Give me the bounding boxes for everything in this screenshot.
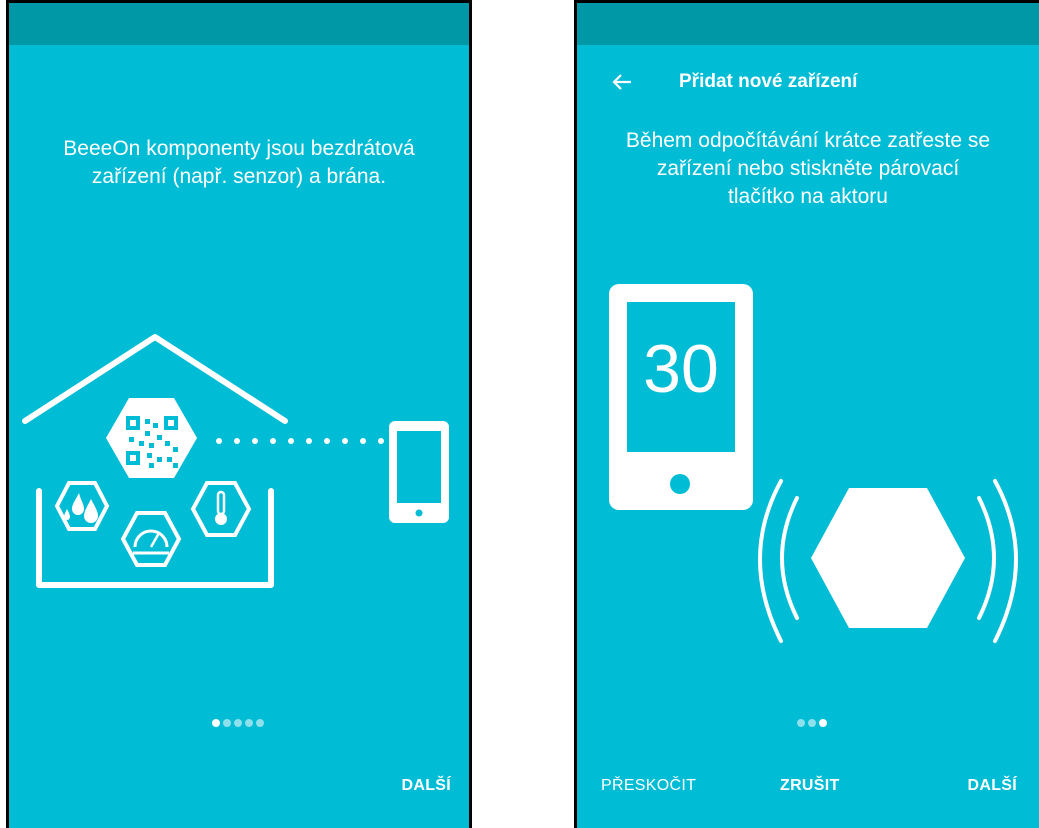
add-device-screen: Přidat nové zařízení Během odpočítávání … [574,0,1039,828]
vibrating-device-illustration [758,479,1018,643]
page-dot [808,719,816,727]
page-indicator [212,719,264,727]
cancel-button[interactable]: ZRUŠIT [780,777,840,795]
qr-gateway-icon [106,398,197,478]
page-dot [223,719,231,727]
house-devices-illustration [22,334,449,588]
next-button[interactable]: DALŠÍ [968,777,1018,795]
gauge-sensor-icon [120,511,182,567]
temperature-sensor-icon [190,481,252,537]
arrow-back-icon[interactable] [607,67,637,97]
status-bar [577,3,1039,45]
page-dot [819,719,827,727]
page-dot [212,719,220,727]
wireless-link-dots [216,438,384,444]
countdown-value: 30 [643,331,719,407]
status-bar [9,3,469,45]
page-dot [245,719,253,727]
next-button[interactable]: DALŠÍ [402,777,452,795]
humidity-sensor-icon [54,481,110,531]
home-button-icon [670,474,690,494]
countdown-phone: 30 [609,284,753,510]
page-dot [234,719,242,727]
page-dot [256,719,264,727]
page-title: Přidat nové zařízení [679,71,858,92]
phone-icon [389,421,449,523]
onboarding-screen-components: BeeeOn komponenty jsou bezdrátová zaříze… [6,0,472,828]
page-indicator [797,719,827,727]
instruction-message: Během odpočítávání krátce zatřeste se za… [625,129,991,208]
page-dot [797,719,805,727]
intro-message: BeeeOn komponenty jsou bezdrátová zaříze… [63,137,415,188]
device-hexagon-icon [811,488,965,628]
skip-button[interactable]: PŘESKOČIT [601,777,696,795]
